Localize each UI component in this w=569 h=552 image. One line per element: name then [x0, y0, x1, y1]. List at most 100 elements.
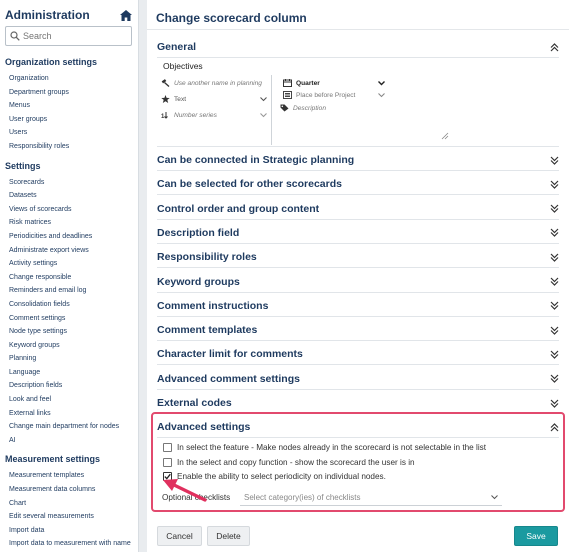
name-field[interactable]: Objectives — [157, 58, 559, 74]
section-label: Control order and group content — [157, 202, 320, 215]
checkbox[interactable] — [163, 458, 172, 467]
chevron-double-down-icon — [550, 204, 559, 213]
calendar-icon — [283, 79, 292, 87]
divider — [157, 170, 559, 171]
annotation-arrow-icon — [163, 479, 207, 502]
number-series-select[interactable]: 1 Number series — [161, 111, 267, 119]
sidebar-item[interactable]: Consolidation fields — [0, 298, 138, 312]
section-collapsed[interactable]: External codes — [157, 395, 559, 411]
divider — [157, 194, 559, 196]
chevron-down-icon — [260, 97, 267, 102]
advanced-option-label: In the select and copy function - show t… — [177, 458, 415, 467]
list-icon — [283, 91, 292, 99]
sidebar-item[interactable]: Node type settings — [0, 325, 138, 339]
sidebar-item[interactable]: Import data — [0, 524, 138, 538]
sidebar-item[interactable]: Planning — [0, 352, 138, 366]
sidebar-item[interactable]: Scorecards — [0, 176, 138, 190]
sidebar-item[interactable]: External links — [0, 407, 138, 421]
sidebar-item[interactable]: Look and feel — [0, 393, 138, 407]
section-general-label: General — [157, 41, 197, 53]
chevron-double-down-icon — [550, 399, 559, 408]
section-collapsed[interactable]: Can be selected for other scorecards — [157, 176, 559, 192]
search-input[interactable] — [23, 31, 123, 41]
section-collapsed[interactable]: Keyword groups — [157, 274, 559, 290]
sidebar-item[interactable]: Chart — [0, 497, 138, 511]
page-title: Change scorecard column — [147, 0, 569, 30]
sidebar-item[interactable]: User groups — [0, 113, 138, 127]
cancel-button[interactable]: Cancel — [157, 526, 202, 546]
advanced-option[interactable]: In the select and copy function - show t… — [163, 458, 415, 467]
sidebar-item[interactable]: Change responsible — [0, 271, 138, 285]
chevron-double-up-icon — [550, 42, 559, 51]
chevron-down-icon — [378, 93, 385, 98]
sidebar-item[interactable]: Responsibility roles — [0, 140, 138, 154]
sidebar-item[interactable]: Change main department for nodes — [0, 420, 138, 434]
sidebar-section-title: Measurement settings — [5, 454, 101, 465]
sidebar-item[interactable]: Risk matrices — [0, 216, 138, 230]
number-series-placeholder: Number series — [174, 111, 217, 119]
sidebar-item[interactable]: Views of scorecards — [0, 203, 138, 217]
section-label: Description field — [157, 226, 240, 239]
section-collapsed[interactable]: Character limit for comments — [157, 346, 559, 362]
sidebar-item[interactable]: Datasets — [0, 189, 138, 203]
gavel-icon — [161, 79, 170, 87]
sidebar-item[interactable]: Periodicities and deadlines — [0, 230, 138, 244]
resize-handle-icon[interactable] — [441, 132, 449, 140]
alt-name-field[interactable]: Use another name in planning — [161, 79, 267, 87]
chevron-double-down-icon — [550, 156, 559, 165]
sidebar-item[interactable]: Menus — [0, 99, 138, 113]
tag-icon — [280, 104, 289, 112]
section-collapsed[interactable]: Description field — [157, 225, 559, 241]
save-button[interactable]: Save — [514, 526, 558, 546]
section-collapsed[interactable]: Advanced comment settings — [157, 371, 559, 387]
icon-select[interactable]: Text — [161, 95, 267, 103]
sidebar-item[interactable]: Comment settings — [0, 312, 138, 326]
period-select-value: Quarter — [296, 79, 320, 87]
checkbox[interactable] — [163, 443, 172, 452]
sidebar-item[interactable]: Measurement data columns — [0, 483, 138, 497]
advanced-option-label: In select the feature - Make nodes alrea… — [177, 443, 487, 452]
sidebar-item[interactable]: AI — [0, 434, 138, 448]
divider — [157, 437, 559, 438]
sidebar-item[interactable]: Keyword groups — [0, 339, 138, 353]
chevron-double-down-icon — [550, 180, 559, 189]
advanced-option[interactable]: In select the feature - Make nodes alrea… — [163, 443, 486, 452]
chevron-down-icon — [491, 495, 498, 500]
section-advanced-settings[interactable]: Advanced settings — [157, 419, 559, 435]
placement-select[interactable]: Place before Project — [283, 91, 385, 99]
delete-button[interactable]: Delete — [207, 526, 250, 546]
sidebar-item[interactable]: Department groups — [0, 86, 138, 100]
section-collapsed[interactable]: Comment instructions — [157, 298, 559, 314]
section-label: Comment instructions — [157, 299, 269, 312]
sidebar-item[interactable]: Import data to measurement with name — [0, 537, 138, 551]
section-collapsed[interactable]: Can be connected in Strategic planning — [157, 152, 559, 168]
sidebar-item[interactable]: Language — [0, 366, 138, 380]
section-label: Responsibility roles — [157, 251, 257, 264]
section-label: Comment templates — [157, 324, 258, 337]
sidebar-item[interactable]: Administrate export views — [0, 244, 138, 258]
home-icon[interactable] — [120, 9, 132, 21]
chevron-double-down-icon — [550, 228, 559, 238]
sidebar-item[interactable]: Reminders and email log — [0, 284, 138, 298]
chevron-double-down-icon — [550, 253, 559, 262]
checklists-select[interactable]: Select category(ies) of checklists — [240, 490, 502, 506]
period-select[interactable]: Quarter — [283, 79, 385, 87]
section-general[interactable]: General — [157, 39, 559, 55]
sidebar-item[interactable]: Activity settings — [0, 257, 138, 271]
admin-sidebar: Administration Organization settingsOrga… — [0, 0, 139, 552]
sidebar-item[interactable]: Edit several measurements — [0, 510, 138, 524]
sidebar-search[interactable] — [5, 26, 132, 46]
chevron-double-down-icon — [550, 374, 559, 384]
section-advanced-settings-label: Advanced settings — [157, 421, 251, 433]
description-field[interactable]: Description — [280, 104, 450, 112]
sidebar-item[interactable]: Organization — [0, 72, 138, 86]
svg-text:1: 1 — [161, 114, 165, 119]
sidebar-item[interactable]: Description fields — [0, 379, 138, 393]
section-collapsed[interactable]: Responsibility roles — [157, 249, 559, 265]
chevron-double-down-icon — [550, 326, 559, 335]
chevron-double-down-icon — [550, 350, 559, 359]
sidebar-item[interactable]: Measurement templates — [0, 469, 138, 483]
section-collapsed[interactable]: Control order and group content — [157, 201, 559, 217]
section-collapsed[interactable]: Comment templates — [157, 322, 559, 338]
sidebar-item[interactable]: Users — [0, 126, 138, 140]
